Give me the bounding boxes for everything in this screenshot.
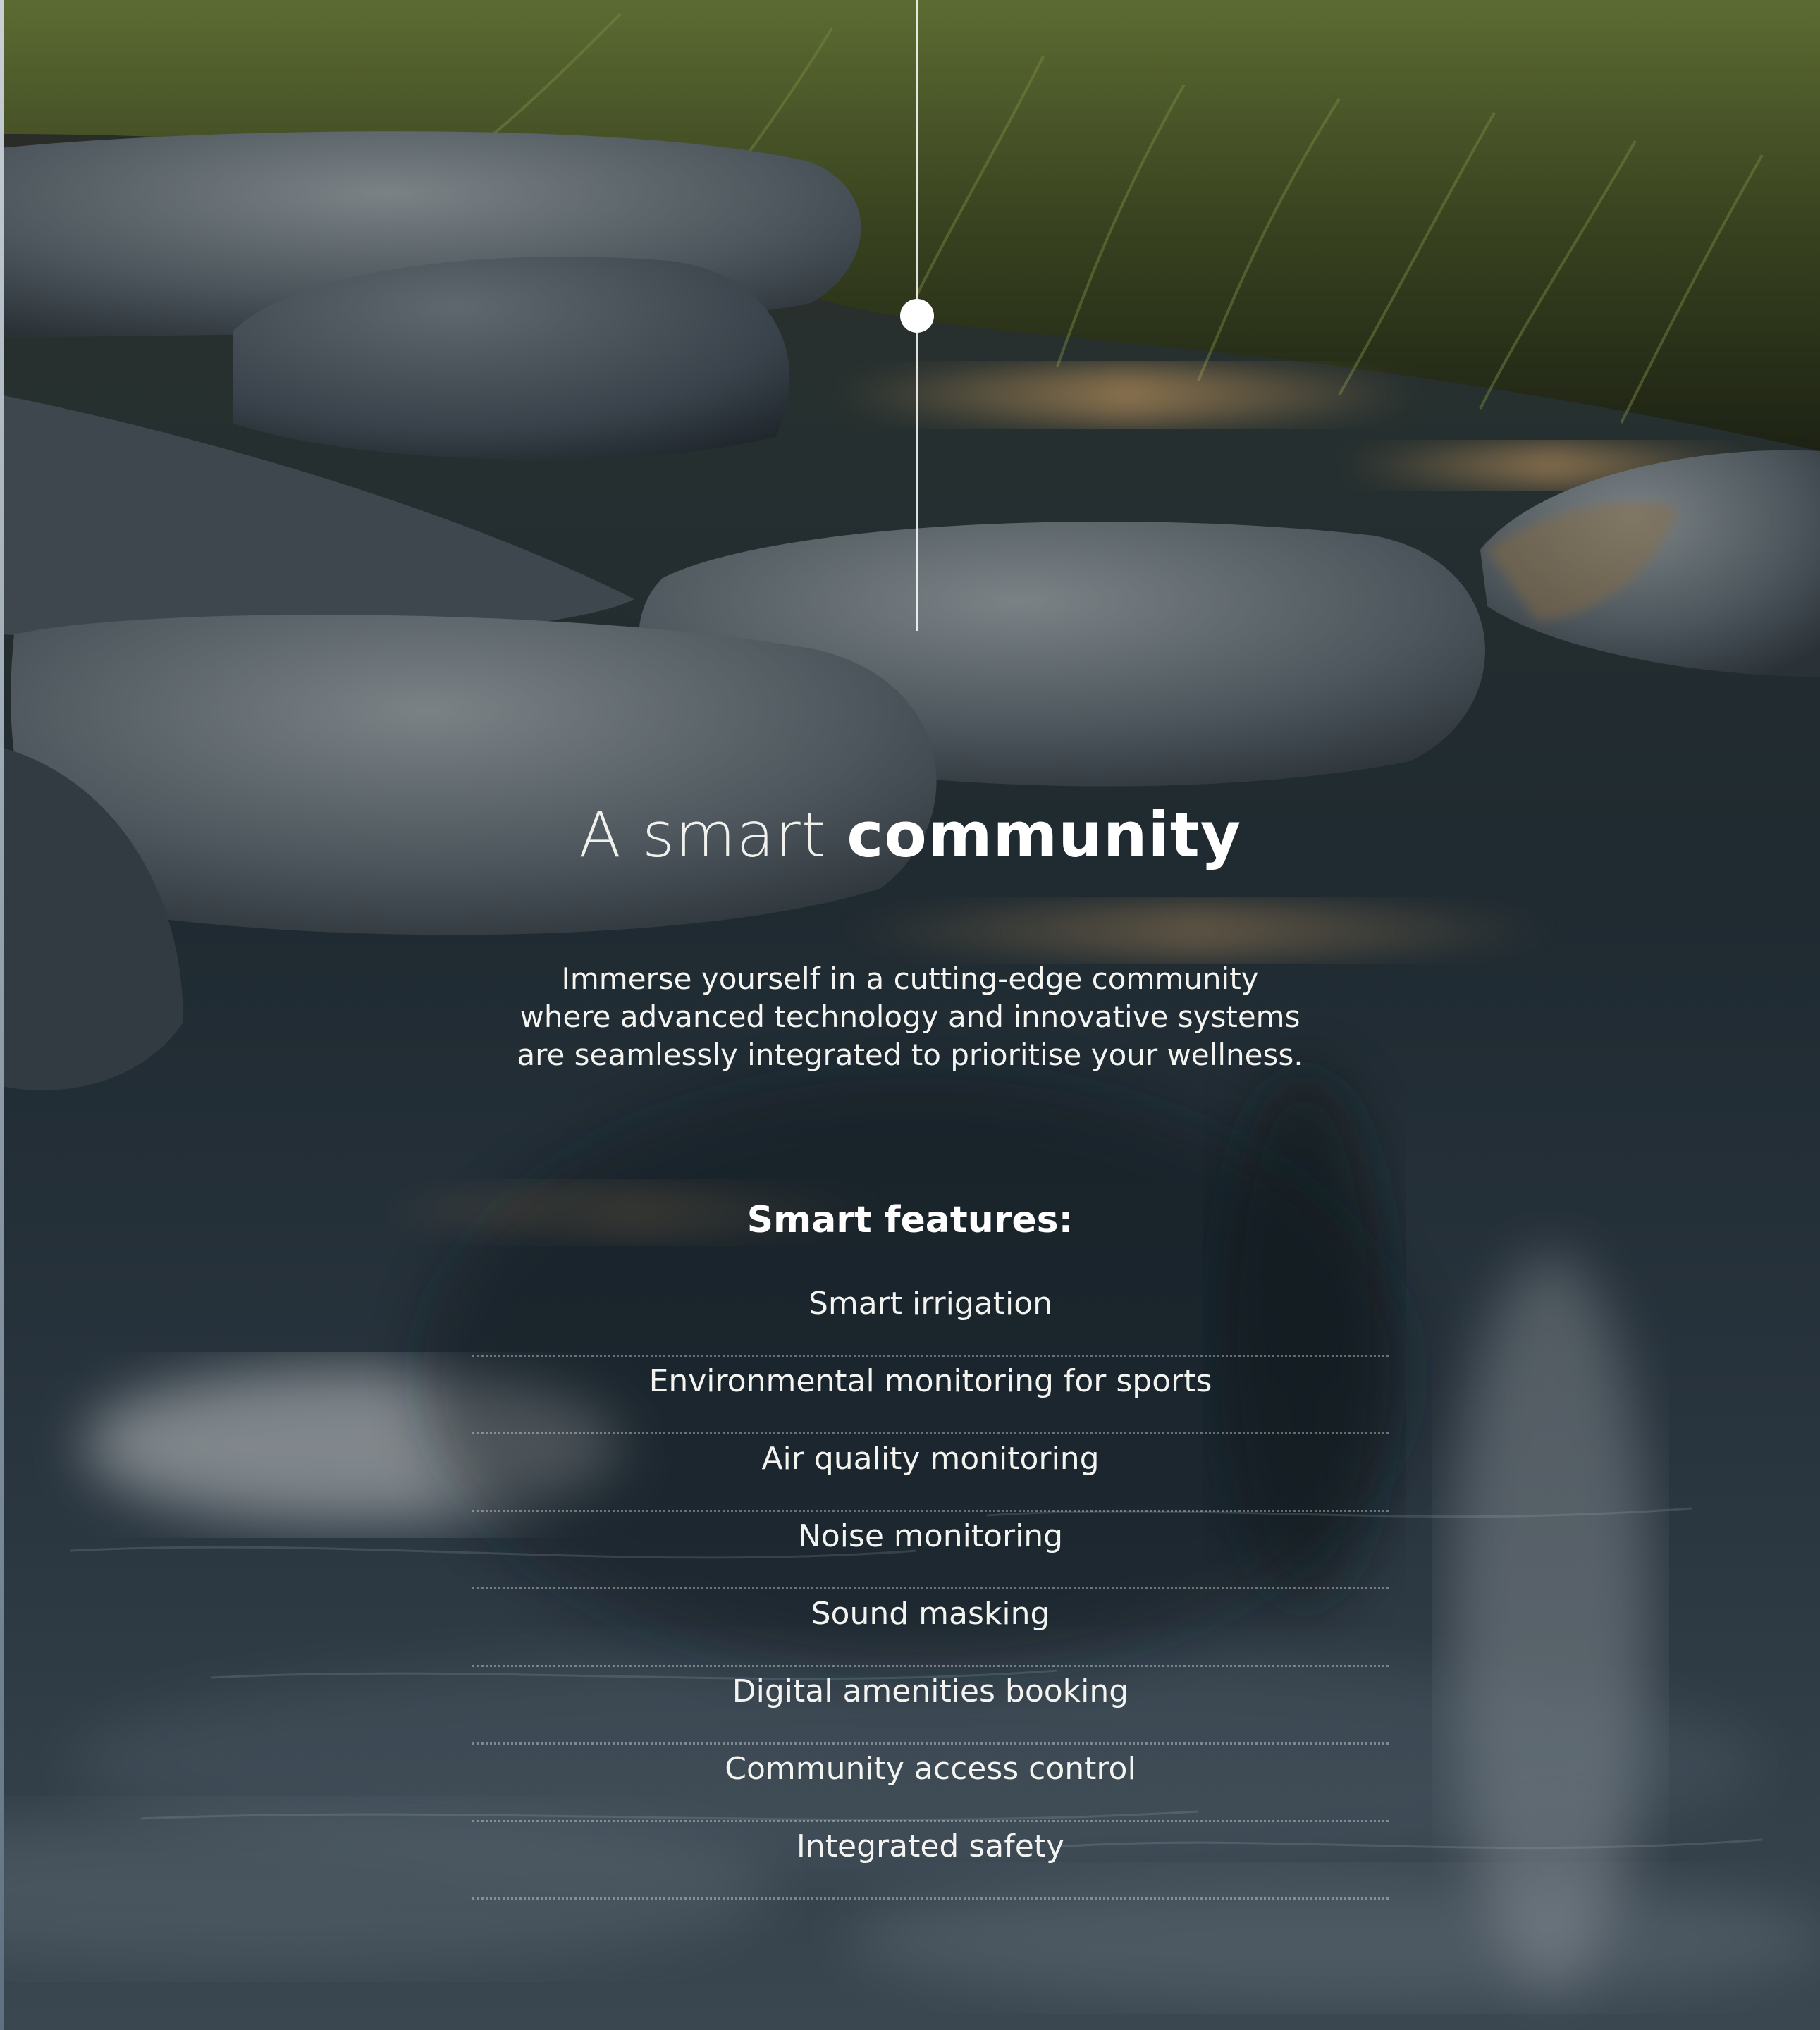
- feature-item-sound-masking: Sound masking: [472, 1589, 1389, 1667]
- features-list: Smart irrigation Environmental monitorin…: [472, 1279, 1389, 1900]
- page-title: A smart community: [0, 796, 1820, 874]
- feature-item-amenities-booking: Digital amenities booking: [472, 1667, 1389, 1745]
- intro-paragraph: Immerse yourself in a cutting-edge commu…: [452, 960, 1368, 1074]
- title-bold: community: [847, 799, 1242, 871]
- timeline-dot: [900, 299, 934, 333]
- feature-item-noise-monitoring: Noise monitoring: [472, 1512, 1389, 1589]
- feature-item-air-quality: Air quality monitoring: [472, 1434, 1389, 1512]
- feature-item-smart-irrigation: Smart irrigation: [472, 1279, 1389, 1357]
- left-edge-strip: [0, 0, 4, 2030]
- feature-item-access-control: Community access control: [472, 1745, 1389, 1822]
- feature-item-integrated-safety: Integrated safety: [472, 1822, 1389, 1900]
- features-heading: Smart features:: [746, 1199, 1074, 1241]
- intro-line: where advanced technology and innovative…: [519, 999, 1301, 1034]
- title-light: A smart: [578, 799, 827, 871]
- feature-item-environmental-monitoring: Environmental monitoring for sports: [472, 1357, 1389, 1434]
- intro-line: are seamlessly integrated to prioritise …: [517, 1038, 1303, 1072]
- intro-line: Immerse yourself in a cutting-edge commu…: [561, 961, 1259, 996]
